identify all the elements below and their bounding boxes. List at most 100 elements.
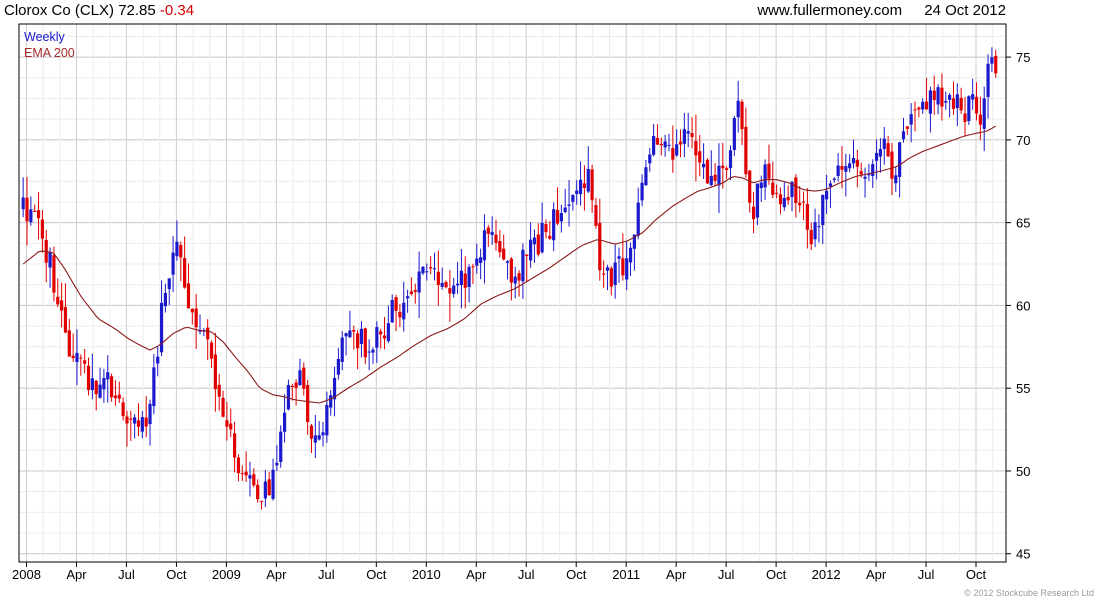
candle-down bbox=[886, 143, 890, 157]
candle-down bbox=[940, 87, 944, 107]
candle-down bbox=[536, 234, 540, 255]
candle-up bbox=[971, 94, 975, 100]
candle-up bbox=[567, 204, 571, 206]
candle-down bbox=[398, 311, 402, 318]
candle-up bbox=[75, 352, 79, 363]
candle-down bbox=[725, 168, 729, 170]
candle-up bbox=[313, 435, 317, 443]
candle-down bbox=[217, 384, 221, 397]
y-tick-label: 50 bbox=[1016, 464, 1030, 479]
candle-down bbox=[805, 203, 809, 230]
candle-down bbox=[494, 234, 498, 243]
candle-up bbox=[271, 469, 275, 499]
candle-up bbox=[432, 268, 437, 270]
candle-up bbox=[452, 285, 456, 294]
candle-down bbox=[655, 138, 660, 145]
candle-down bbox=[751, 206, 756, 220]
candle-up bbox=[459, 270, 464, 285]
candle-down bbox=[959, 97, 963, 111]
candle-down bbox=[56, 296, 60, 305]
candle-down bbox=[932, 90, 936, 101]
candle-down bbox=[786, 196, 790, 201]
candle-up bbox=[140, 417, 144, 432]
candle-up bbox=[948, 94, 952, 100]
candle-up bbox=[175, 241, 179, 257]
candle-up bbox=[540, 222, 544, 253]
candle-down bbox=[267, 479, 271, 496]
y-tick-label: 60 bbox=[1016, 298, 1030, 313]
candle-up bbox=[102, 378, 106, 390]
candle-up bbox=[98, 384, 102, 398]
candle-down bbox=[252, 474, 256, 486]
legend-weekly: Weekly bbox=[24, 30, 65, 44]
candle-up bbox=[821, 194, 825, 226]
x-axis: 2008 Apr Jul Oct 2009 Apr Jul Oct 2010 Apr Jul Oct 2… bbox=[12, 562, 987, 582]
candle-up bbox=[644, 167, 648, 186]
candle-up bbox=[348, 330, 352, 338]
candle-down bbox=[259, 500, 264, 502]
candle-down bbox=[356, 333, 360, 349]
candle-down bbox=[179, 245, 183, 258]
candle-up bbox=[717, 165, 721, 186]
candle-down bbox=[290, 385, 294, 388]
candle-up bbox=[340, 337, 344, 362]
candle-up bbox=[279, 431, 283, 463]
candle-up bbox=[636, 202, 640, 236]
candle-down bbox=[25, 197, 29, 222]
candle-down bbox=[517, 273, 521, 281]
candle-down bbox=[690, 133, 694, 137]
candle-down bbox=[498, 240, 502, 253]
candle-up bbox=[29, 209, 33, 223]
candle-up bbox=[325, 404, 329, 436]
candle-up bbox=[848, 163, 852, 169]
candle-up bbox=[936, 87, 940, 105]
candle-up bbox=[440, 282, 444, 287]
x-tick-label: Oct bbox=[766, 567, 787, 582]
x-tick-label: 2010 bbox=[412, 567, 441, 582]
candle-up bbox=[48, 252, 52, 268]
y-tick-label: 45 bbox=[1016, 547, 1030, 562]
candle-down bbox=[890, 151, 894, 179]
candle-up bbox=[982, 98, 986, 129]
copyright: © 2012 Stockcube Research Ltd bbox=[964, 588, 1094, 598]
candle-down bbox=[36, 210, 41, 219]
candle-up bbox=[851, 157, 856, 164]
candle-down bbox=[33, 210, 37, 212]
candle-down bbox=[236, 457, 241, 474]
candle-up bbox=[321, 432, 325, 436]
candle-up bbox=[755, 183, 760, 218]
candle-down bbox=[125, 416, 129, 424]
candle-down bbox=[609, 268, 613, 287]
candle-up bbox=[944, 100, 948, 103]
candle-down bbox=[190, 308, 194, 313]
candle-up bbox=[152, 367, 156, 407]
candle-up bbox=[605, 267, 610, 271]
candle-up bbox=[701, 163, 706, 168]
x-tick-label: Apr bbox=[66, 567, 87, 582]
candle-down bbox=[963, 113, 967, 123]
candle-up bbox=[898, 142, 902, 177]
legend-ema: EMA 200 bbox=[24, 46, 75, 60]
candle-down bbox=[448, 288, 452, 294]
candle-down bbox=[621, 258, 625, 276]
candle-up bbox=[490, 232, 494, 235]
candle-down bbox=[52, 255, 56, 293]
candle-down bbox=[144, 417, 148, 427]
candle-up bbox=[640, 182, 644, 201]
candle-down bbox=[713, 174, 717, 181]
candle-up bbox=[832, 178, 836, 180]
candle-down bbox=[117, 394, 121, 399]
candle-down bbox=[221, 397, 225, 417]
candle-up bbox=[732, 117, 736, 150]
candle-down bbox=[525, 254, 529, 256]
candle-up bbox=[421, 266, 425, 274]
candle-up bbox=[390, 300, 394, 323]
plot-frame bbox=[18, 23, 1007, 563]
candle-down bbox=[502, 248, 506, 260]
candle-down bbox=[436, 271, 440, 285]
candle-up bbox=[425, 271, 429, 273]
candle-up bbox=[990, 57, 994, 64]
candle-down bbox=[598, 223, 602, 271]
candle-up bbox=[863, 176, 867, 179]
candle-down bbox=[694, 141, 698, 156]
